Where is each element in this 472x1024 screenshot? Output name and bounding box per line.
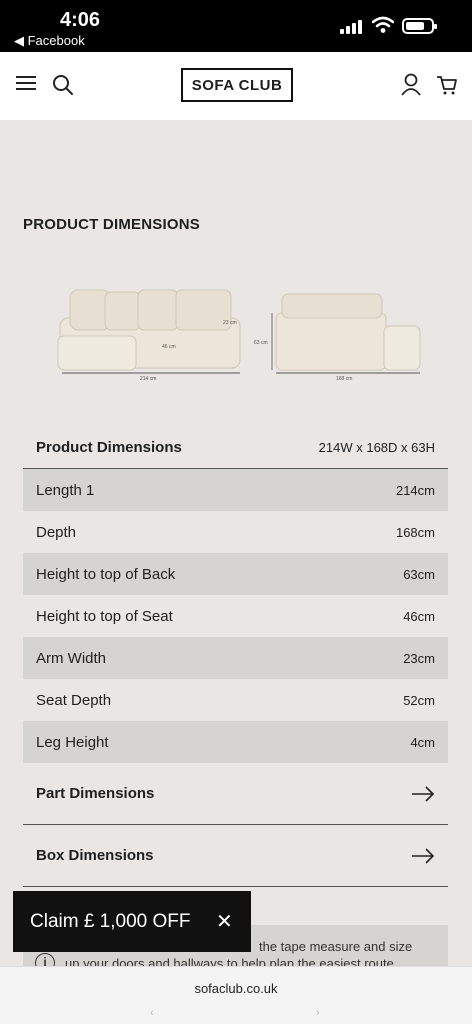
back-height-dim-label: 63 cm: [254, 340, 268, 346]
browser-back-icon[interactable]: ‹: [150, 1007, 154, 1019]
row-label: Leg Height: [36, 733, 109, 751]
status-bar: 4:06 ◀ Facebook: [0, 0, 472, 52]
row-value: 168cm: [395, 524, 435, 540]
part-dimensions-link[interactable]: Part Dimensions: [23, 763, 448, 825]
table-row: Leg Height 4cm: [23, 721, 448, 763]
box-dimensions-link[interactable]: Box Dimensions: [23, 825, 448, 887]
site-header: SOFA CLUB: [0, 52, 472, 120]
row-value: 214cm: [395, 482, 435, 498]
row-label: Height to top of Seat: [36, 607, 173, 625]
dimensions-table: Product Dimensions 214W x 168D x 63H Len…: [23, 426, 448, 887]
section-title: PRODUCT DIMENSIONS: [23, 216, 200, 233]
status-time: 4:06: [60, 9, 101, 31]
promo-label: Claim £ 1,000 OFF: [30, 910, 191, 932]
browser-forward-icon[interactable]: ›: [316, 1007, 320, 1019]
close-icon[interactable]: ✕: [216, 909, 233, 934]
browser-address-bar: sofaclub.co.uk ‹ ›: [0, 966, 472, 1024]
wifi-icon: [372, 16, 394, 33]
table-row: Depth 168cm: [23, 511, 448, 553]
row-label: Arm Width: [36, 649, 107, 667]
table-row: Height to top of Back 63cm: [23, 553, 448, 595]
table-row: Arm Width 23cm: [23, 637, 448, 679]
browser-url[interactable]: sofaclub.co.uk: [0, 981, 472, 996]
site-logo[interactable]: SOFA CLUB: [181, 68, 293, 102]
arm-width-dim-label: 23 cm: [223, 320, 237, 326]
tip-text-line-1: the tape measure and size: [259, 939, 413, 954]
row-value: 63cm: [403, 566, 435, 582]
box-dimensions-label: Box Dimensions: [36, 847, 154, 864]
row-label: Length 1: [36, 481, 95, 499]
header-label: Product Dimensions: [36, 438, 182, 456]
table-row: Seat Depth 52cm: [23, 679, 448, 721]
table-row: Length 1 214cm: [23, 469, 448, 511]
sofa-dimensions-image: 214 cm 46 cm 23 cm 168 cm 63 cm: [57, 289, 421, 382]
claim-offer-button[interactable]: Claim £ 1,000 OFF ✕: [13, 891, 251, 952]
cart-icon[interactable]: [436, 74, 458, 96]
menu-icon[interactable]: [16, 76, 36, 92]
part-dimensions-label: Part Dimensions: [36, 785, 155, 802]
row-label: Height to top of Back: [36, 565, 176, 583]
back-to-app-link[interactable]: ◀ Facebook: [14, 33, 85, 49]
header-value: 214W x 168D x 63H: [318, 439, 435, 455]
arrow-right-icon: [412, 785, 435, 802]
arrow-right-icon: [412, 847, 435, 864]
cellular-signal-icon: [340, 18, 366, 34]
row-value: 4cm: [410, 734, 435, 750]
length-dim-label: 214 cm: [140, 376, 156, 382]
table-header-row: Product Dimensions 214W x 168D x 63H: [23, 426, 448, 469]
search-icon[interactable]: [52, 74, 74, 96]
seat-height-dim-label: 46 cm: [162, 344, 176, 350]
depth-dim-label: 168 cm: [336, 376, 352, 382]
row-label: Depth: [36, 523, 77, 541]
row-label: Seat Depth: [36, 691, 112, 709]
battery-icon: [402, 18, 437, 34]
account-icon[interactable]: [400, 73, 422, 97]
row-value: 23cm: [403, 650, 435, 666]
row-value: 52cm: [403, 692, 435, 708]
row-value: 46cm: [403, 608, 435, 624]
table-row: Height to top of Seat 46cm: [23, 595, 448, 637]
